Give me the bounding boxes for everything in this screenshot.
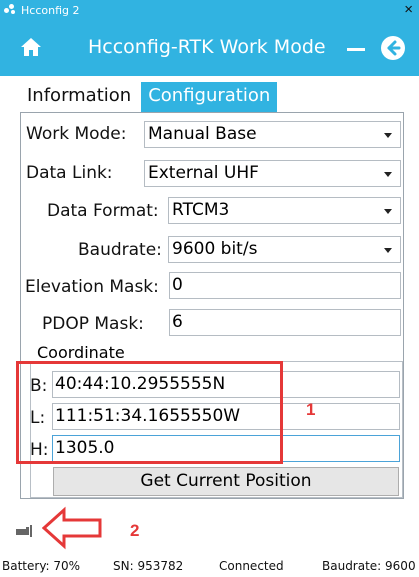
pdop-mask-input[interactable]: 6: [169, 309, 401, 336]
baudrate-status: Baudrate: 9600: [322, 559, 416, 573]
status-bar: Battery: 70% SN: 953782 Connected Baudra…: [0, 557, 419, 577]
back-arrow-icon[interactable]: [381, 36, 405, 60]
chevron-down-icon: [384, 133, 392, 138]
elevation-mask-label: Elevation Mask:: [25, 277, 159, 297]
serial-number: SN: 953782: [113, 559, 184, 573]
baudrate-select[interactable]: 9600 bit/s: [168, 236, 401, 263]
data-format-label: Data Format:: [47, 201, 159, 221]
work-mode-label: Work Mode:: [26, 124, 127, 144]
battery-status: Battery: 70%: [2, 559, 81, 573]
home-icon[interactable]: [20, 37, 42, 57]
connection-status: Connected: [219, 559, 284, 573]
window-title: Hcconfig 2: [21, 3, 80, 17]
close-icon[interactable]: ×: [404, 1, 413, 18]
app-icon: [4, 4, 18, 16]
pdop-mask-label: PDOP Mask:: [42, 314, 144, 334]
tab-bar: Information Configuration: [20, 82, 278, 112]
coordinate-legend: Coordinate: [35, 343, 127, 362]
app-header: Hcconfig-RTK Work Mode: [0, 20, 419, 76]
baudrate-label: Baudrate:: [78, 240, 162, 260]
tab-information[interactable]: Information: [20, 82, 138, 112]
data-format-select[interactable]: RTCM3: [168, 197, 401, 224]
window-titlebar: Hcconfig 2 ×: [0, 0, 419, 20]
work-mode-select[interactable]: Manual Base: [144, 121, 401, 148]
chevron-down-icon: [384, 209, 392, 214]
tab-configuration[interactable]: Configuration: [141, 82, 278, 112]
annotation-number-2: 2: [130, 521, 140, 540]
data-link-value: External UHF: [148, 163, 259, 183]
data-link-select[interactable]: External UHF: [144, 160, 401, 187]
connection-status-icon: [16, 524, 36, 537]
elevation-mask-input[interactable]: 0: [169, 272, 401, 299]
chevron-down-icon: [384, 172, 392, 177]
minimize-icon[interactable]: [347, 48, 365, 51]
chevron-down-icon: [384, 248, 392, 253]
data-link-label: Data Link:: [26, 163, 113, 183]
get-current-position-button[interactable]: Get Current Position: [53, 467, 399, 496]
annotation-box-1: [16, 361, 283, 464]
annotation-arrow-2: [41, 506, 120, 550]
work-mode-value: Manual Base: [148, 124, 257, 144]
data-format-value: RTCM3: [172, 200, 230, 220]
annotation-number-1: 1: [306, 400, 316, 419]
page-title: Hcconfig-RTK Work Mode: [88, 36, 326, 58]
baudrate-value: 9600 bit/s: [172, 239, 258, 259]
